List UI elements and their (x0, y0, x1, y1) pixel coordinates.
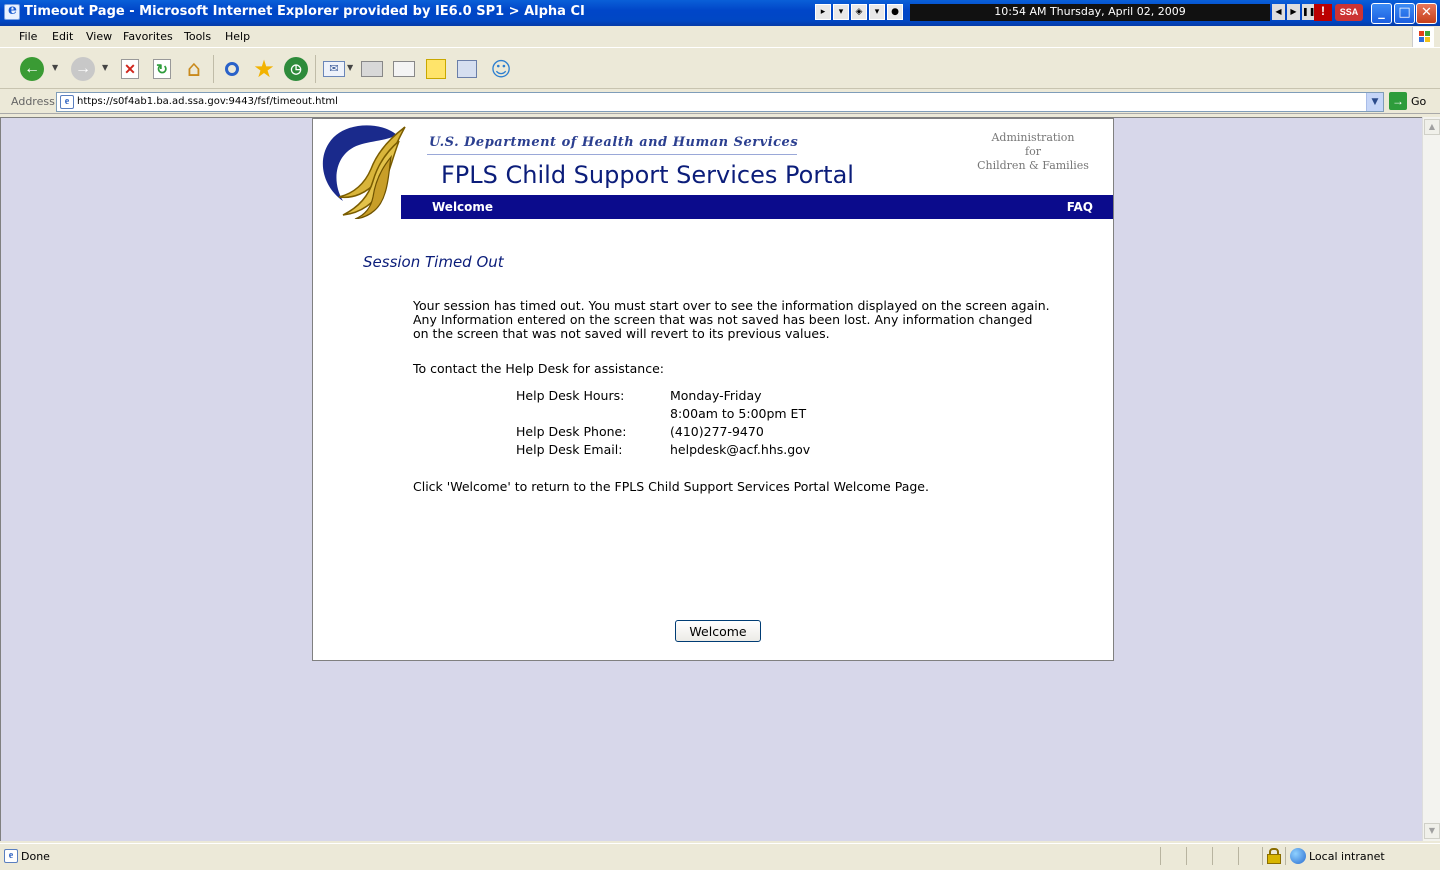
scroll-down-icon[interactable]: ▼ (1424, 823, 1440, 839)
page-icon: e (60, 95, 74, 109)
refresh-icon[interactable]: ↻ (148, 55, 176, 83)
search-icon[interactable] (218, 55, 246, 83)
address-input[interactable]: e https://s0f4ab1.ba.ad.ssa.gov:9443/fsf… (56, 92, 1384, 112)
address-bar: Address e https://s0f4ab1.ba.ad.ssa.gov:… (0, 90, 1440, 114)
print-icon[interactable] (358, 55, 386, 83)
nav-faq-link[interactable]: FAQ (1067, 200, 1093, 214)
acf-line: for (1025, 145, 1041, 158)
status-divider (1160, 847, 1161, 865)
minimize-button[interactable]: _ (1371, 3, 1392, 24)
clock-display: 10:54 AM Thursday, April 02, 2009 (910, 4, 1270, 21)
hhs-eagle-logo (322, 125, 406, 219)
status-divider (1212, 847, 1213, 865)
menu-edit[interactable]: Edit (52, 30, 73, 43)
toolbar-separator (315, 55, 316, 83)
play-widget-icon[interactable]: ▸ (815, 4, 831, 20)
page-heading: Session Timed Out (363, 253, 504, 271)
next-icon[interactable]: ▶ (1287, 4, 1300, 20)
message-line: Your session has timed out. You must sta… (413, 298, 1050, 313)
home-icon[interactable]: ⌂ (180, 55, 208, 83)
mail-icon[interactable]: ✉ (320, 55, 348, 83)
status-divider (1262, 847, 1263, 865)
alert-icon[interactable]: ! (1314, 4, 1332, 21)
ssa-badge[interactable]: SSA (1335, 4, 1363, 21)
message-line: Any Information entered on the screen th… (413, 312, 1033, 327)
help-desk-email-value: helpdesk@acf.hhs.gov (670, 442, 811, 457)
menu-file[interactable]: File (19, 30, 37, 43)
widget-menu-icon[interactable]: ▾ (869, 4, 885, 20)
help-desk-phone-label: Help Desk Phone: (516, 424, 627, 439)
acf-line: Administration (991, 131, 1075, 144)
go-label: Go (1411, 94, 1427, 108)
forward-dropdown-icon[interactable]: ▼ (102, 63, 108, 72)
ie-page-icon (4, 2, 20, 20)
record-widget-icon[interactable]: ● (887, 4, 903, 20)
messenger-icon[interactable]: ☺ (487, 55, 515, 83)
page-viewport: U.S. Department of Health and Human Serv… (0, 117, 1422, 841)
acf-line: Children & Families (977, 159, 1089, 172)
diamond-widget-icon[interactable]: ◈ (851, 4, 867, 20)
timeout-message: Your session has timed out. You must sta… (413, 299, 1073, 341)
help-desk-hours-label: Help Desk Hours: (516, 388, 625, 403)
window-title: Timeout Page - Microsoft Internet Explor… (24, 4, 585, 19)
portal-title: FPLS Child Support Services Portal (441, 161, 854, 189)
status-text: Done (21, 850, 50, 863)
status-bar: e Done Local intranet (0, 843, 1440, 870)
header-rule (427, 154, 797, 155)
menu-view[interactable]: View (86, 30, 112, 43)
discuss-icon[interactable] (422, 55, 450, 83)
scroll-up-icon[interactable]: ▲ (1424, 119, 1440, 135)
lock-icon[interactable] (1267, 848, 1281, 864)
history-icon[interactable]: ◷ (282, 55, 310, 83)
widget-dropdown-icon[interactable]: ▾ (833, 4, 849, 20)
toolbar-separator (213, 55, 214, 83)
help-desk-hours-value: Monday-Friday (670, 388, 762, 403)
portal-nav-bar: Welcome FAQ (401, 195, 1113, 219)
back-dropdown-icon[interactable]: ▼ (52, 63, 58, 72)
return-message: Click 'Welcome' to return to the FPLS Ch… (413, 479, 929, 494)
status-divider (1285, 847, 1286, 865)
menu-help[interactable]: Help (225, 30, 250, 43)
previous-icon[interactable]: ◀ (1272, 4, 1285, 20)
maximize-button[interactable]: □ (1394, 3, 1415, 24)
nav-welcome-link[interactable]: Welcome (432, 200, 493, 214)
go-button[interactable]: → Go (1389, 92, 1426, 110)
research-icon[interactable] (453, 55, 481, 83)
menu-favorites[interactable]: Favorites (123, 30, 173, 43)
menu-tools[interactable]: Tools (184, 30, 211, 43)
menu-bar: File Edit View Favorites Tools Help (0, 26, 1440, 48)
media-controls: ◀ ▶ ❚❚ (1272, 4, 1315, 20)
close-button[interactable]: ✕ (1416, 3, 1437, 24)
portal-page: U.S. Department of Health and Human Serv… (312, 118, 1114, 661)
favorites-icon[interactable]: ★ (250, 55, 278, 83)
go-arrow-icon: → (1389, 92, 1407, 110)
help-desk-phone-value: (410)277-9470 (670, 424, 764, 439)
windows-logo-icon (1412, 27, 1434, 47)
status-divider (1238, 847, 1239, 865)
edit-icon[interactable] (390, 55, 418, 83)
vertical-scrollbar[interactable]: ▲ ▼ (1422, 117, 1440, 841)
help-desk-hours-time: 8:00am to 5:00pm ET (670, 406, 807, 421)
status-divider (1186, 847, 1187, 865)
forward-icon[interactable]: → (69, 55, 97, 83)
address-label: Address (11, 95, 55, 108)
title-bar-widgets: ▸ ▾ ◈ ▾ ● (815, 4, 903, 21)
department-name: U.S. Department of Health and Human Serv… (429, 135, 799, 150)
address-url[interactable]: https://s0f4ab1.ba.ad.ssa.gov:9443/fsf/t… (77, 96, 338, 107)
page-status-icon: e (4, 849, 18, 863)
standard-toolbar: ← ▼ → ▼ ✕ ↻ ⌂ ★ ◷ ✉ ▼ ☺ (0, 49, 1440, 89)
title-bar: Timeout Page - Microsoft Internet Explor… (0, 0, 1440, 26)
stop-icon[interactable]: ✕ (116, 55, 144, 83)
help-desk-email-label: Help Desk Email: (516, 442, 623, 457)
security-zone[interactable]: Local intranet (1309, 850, 1385, 863)
welcome-button[interactable]: Welcome (675, 620, 761, 642)
intranet-zone-icon[interactable] (1290, 848, 1306, 864)
message-line: on the screen that was not saved will re… (413, 326, 830, 341)
acf-label: Administration for Children & Families (973, 131, 1093, 173)
address-dropdown-icon[interactable]: ▼ (1366, 93, 1383, 111)
mail-dropdown-icon[interactable]: ▼ (347, 63, 353, 72)
back-icon[interactable]: ← (18, 55, 46, 83)
contact-intro: To contact the Help Desk for assistance: (413, 361, 664, 376)
